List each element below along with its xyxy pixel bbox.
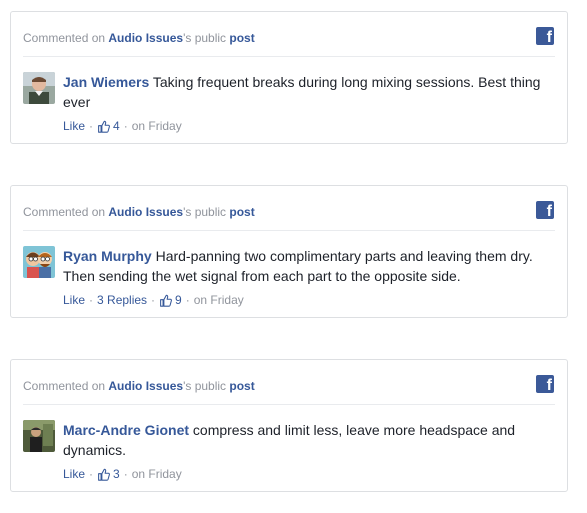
- avatar[interactable]: [23, 72, 55, 104]
- comment-text: Ryan Murphy Hard-panning two complimenta…: [63, 246, 547, 286]
- facebook-glyph: f: [546, 377, 552, 394]
- separator: ·: [151, 293, 156, 307]
- facebook-icon[interactable]: f: [536, 201, 554, 220]
- comment-text: Jan Wiemers Taking frequent breaks durin…: [63, 72, 547, 112]
- divider: [23, 56, 555, 57]
- post-link[interactable]: post: [229, 379, 254, 393]
- separator: ·: [89, 293, 94, 307]
- page-link[interactable]: Audio Issues: [108, 205, 183, 219]
- separator: ·: [89, 467, 94, 481]
- separator: ·: [123, 467, 128, 481]
- facebook-glyph: f: [546, 203, 552, 220]
- like-link[interactable]: Like: [63, 466, 85, 482]
- like-link[interactable]: Like: [63, 292, 85, 308]
- post-link[interactable]: post: [229, 31, 254, 45]
- timestamp: on Friday: [131, 119, 182, 133]
- timestamp: on Friday: [131, 467, 182, 481]
- like-count-icon: [98, 120, 110, 133]
- separator: ·: [185, 293, 190, 307]
- comment-card: Commented on Audio Issues's public post …: [10, 185, 568, 318]
- replies-link[interactable]: 3 Replies: [97, 292, 147, 308]
- header-mid: 's public: [183, 379, 230, 393]
- like-count[interactable]: 9: [175, 292, 182, 308]
- header-prefix: Commented on: [23, 379, 109, 393]
- like-count[interactable]: 3: [113, 466, 120, 482]
- comment-card: Commented on Audio Issues's public post …: [10, 359, 568, 492]
- comment-meta: Like · 3 · on Friday: [63, 466, 182, 482]
- facebook-icon[interactable]: f: [536, 27, 554, 46]
- separator: ·: [89, 119, 94, 133]
- like-count-icon: [98, 468, 110, 481]
- facebook-icon[interactable]: f: [536, 375, 554, 394]
- author-link[interactable]: Jan Wiemers: [63, 74, 149, 90]
- like-count[interactable]: 4: [113, 118, 120, 134]
- comment-meta: Like · 3 Replies · 9 · on Friday: [63, 292, 244, 308]
- header-prefix: Commented on: [23, 205, 109, 219]
- comment-text: Marc-Andre Gionet compress and limit les…: [63, 420, 547, 460]
- header-mid: 's public: [183, 31, 230, 45]
- author-link[interactable]: Marc-Andre Gionet: [63, 422, 189, 438]
- post-link[interactable]: post: [229, 205, 254, 219]
- page-link[interactable]: Audio Issues: [108, 379, 183, 393]
- card-header: Commented on Audio Issues's public post: [23, 203, 555, 223]
- avatar[interactable]: [23, 420, 55, 452]
- like-count-icon: [160, 294, 172, 307]
- header-prefix: Commented on: [23, 31, 109, 45]
- author-link[interactable]: Ryan Murphy: [63, 248, 152, 264]
- timestamp: on Friday: [193, 293, 244, 307]
- divider: [23, 404, 555, 405]
- like-link[interactable]: Like: [63, 118, 85, 134]
- page-link[interactable]: Audio Issues: [108, 31, 183, 45]
- facebook-glyph: f: [546, 29, 552, 46]
- header-mid: 's public: [183, 205, 230, 219]
- divider: [23, 230, 555, 231]
- card-header: Commented on Audio Issues's public post: [23, 29, 555, 49]
- comment-meta: Like · 4 · on Friday: [63, 118, 182, 134]
- separator: ·: [123, 119, 128, 133]
- card-header: Commented on Audio Issues's public post: [23, 377, 555, 397]
- comment-card: Commented on Audio Issues's public post …: [10, 11, 568, 144]
- avatar[interactable]: [23, 246, 55, 278]
